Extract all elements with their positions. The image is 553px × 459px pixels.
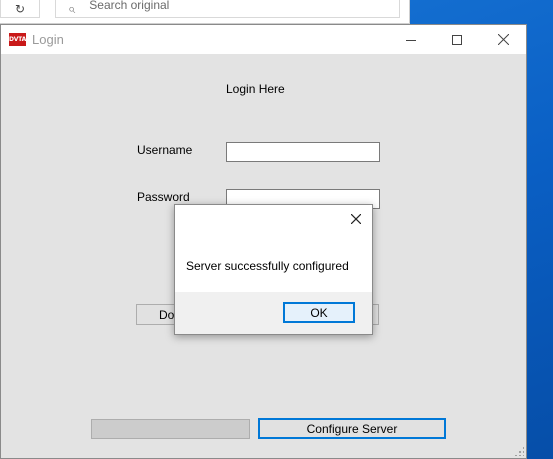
login-header: Login Here (226, 82, 285, 96)
window-title: Login (32, 32, 64, 47)
dialog-footer: OK (175, 292, 372, 334)
title-bar[interactable]: DVTA Login (1, 25, 526, 54)
minimize-icon (406, 39, 416, 41)
progress-bar (91, 419, 250, 439)
maximize-button[interactable] (434, 25, 480, 54)
ok-button-label: OK (310, 305, 328, 320)
background-search-box[interactable]: ⌕ Search original (55, 0, 400, 18)
configure-server-button[interactable]: Configure Server (258, 418, 446, 439)
refresh-button[interactable]: ↻ (0, 0, 40, 18)
search-placeholder: Search original (89, 0, 170, 12)
dialog-message: Server successfully configured (186, 259, 349, 273)
resize-grip[interactable] (514, 446, 524, 456)
search-icon: ⌕ (68, 0, 76, 16)
minimize-button[interactable] (388, 25, 434, 54)
close-icon (497, 34, 509, 45)
username-field[interactable] (226, 142, 380, 162)
app-logo: DVTA (9, 33, 26, 46)
password-label: Password (137, 190, 190, 204)
configure-server-label: Configure Server (306, 421, 398, 436)
close-icon (351, 214, 361, 224)
ok-button[interactable]: OK (283, 302, 355, 323)
window-controls (388, 25, 526, 54)
app-logo-text: DVTA (8, 36, 27, 43)
message-dialog: Server successfully configured OK (174, 204, 373, 335)
refresh-icon: ↻ (14, 1, 26, 16)
dialog-close-button[interactable] (340, 205, 372, 233)
close-button[interactable] (480, 25, 526, 54)
maximize-icon (452, 34, 462, 45)
username-label: Username (137, 143, 193, 157)
background-explorer-window: ↻ ⌕ Search original (0, 0, 410, 24)
